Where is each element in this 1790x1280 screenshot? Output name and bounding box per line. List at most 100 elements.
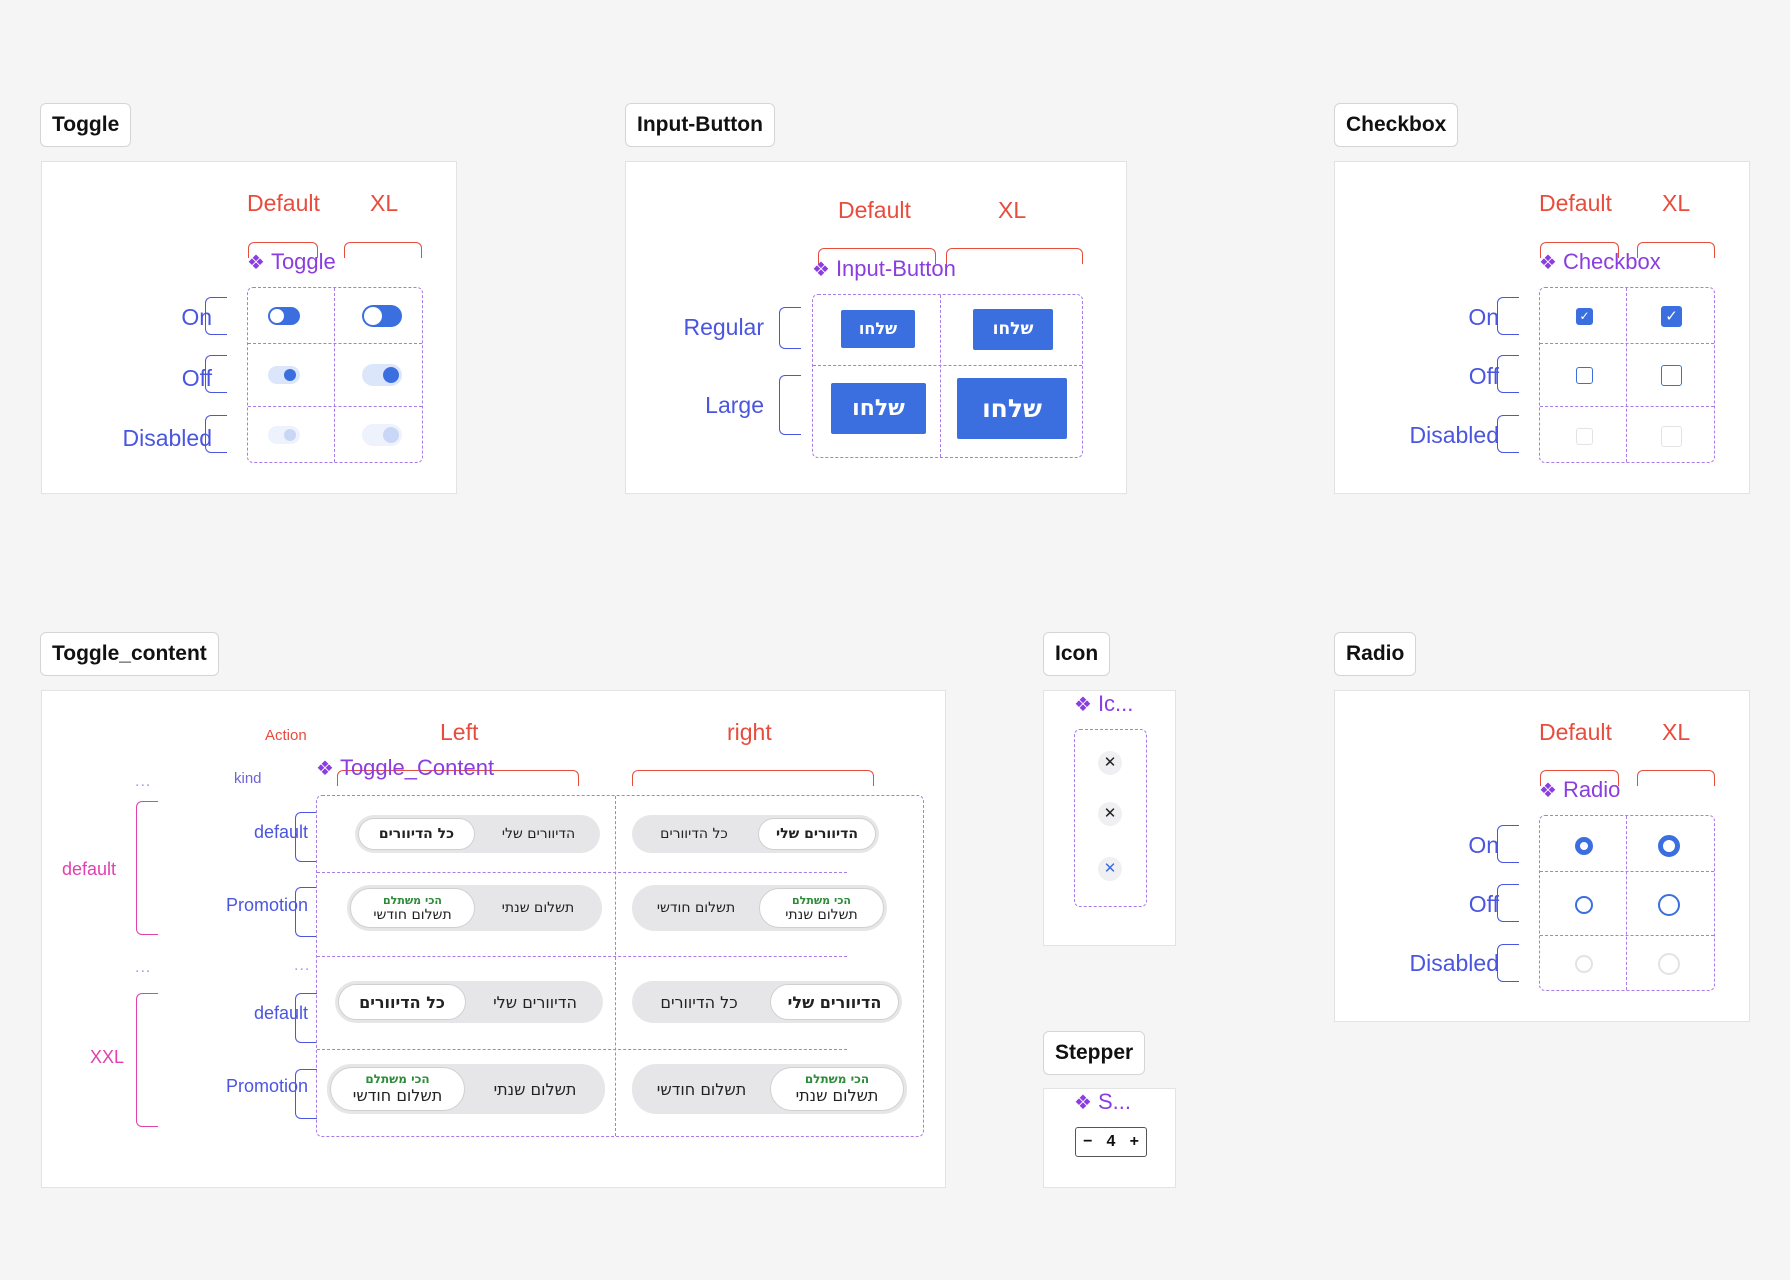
toggle-content-frame-title[interactable]: Toggle_content (40, 632, 219, 676)
checkbox-component-name[interactable]: ❖ Checkbox (1539, 249, 1661, 275)
toggle-component-name[interactable]: ❖ Toggle (247, 249, 336, 275)
radio-frame-title[interactable]: Radio (1334, 632, 1417, 676)
send-button-large-xl[interactable]: שלחו (957, 378, 1067, 439)
close-icon[interactable]: ✕ (1098, 857, 1122, 881)
segmented-toggle-xxl-promotion[interactable]: תשלום חודשי הכי משתלם תשלום שנתי (632, 1064, 907, 1114)
segment-option[interactable]: הכי משתלם תשלום חודשי (350, 888, 475, 928)
segment-option[interactable]: כל הדיוורים (635, 818, 753, 850)
col-header-left: Left (440, 719, 479, 745)
segmented-toggle[interactable]: כל הדיוורים הדיוורים שלי (355, 815, 600, 853)
segment-option[interactable]: כל הדיוורים (338, 984, 466, 1020)
segmented-toggle-promotion[interactable]: תשלום חודשי הכי משתלם תשלום שנתי (632, 885, 887, 931)
checkbox-variants-grid (1539, 287, 1715, 463)
toggle-content-component-name[interactable]: ❖ Toggle_Content (316, 755, 494, 781)
component-icon: ❖ (1539, 252, 1557, 274)
component-icon: ❖ (1074, 694, 1092, 716)
row-label-on: On (1468, 304, 1499, 330)
grid-divider (317, 956, 847, 957)
icon-panel: ❖ Ic... ✕ ✕ ✕ (1043, 690, 1176, 946)
checkbox-frame-title[interactable]: Checkbox (1334, 103, 1459, 147)
segmented-toggle-xxl[interactable]: כל הדיוורים הדיוורים שלי (632, 981, 902, 1023)
radio-off-xl[interactable] (1658, 894, 1680, 916)
increment-button[interactable]: + (1130, 1133, 1139, 1151)
send-button-large-default[interactable]: שלחו (831, 383, 926, 434)
col-bracket-xl (946, 248, 1083, 264)
close-icon[interactable]: ✕ (1098, 802, 1122, 826)
row-bracket-regular (779, 307, 801, 349)
radio-variants-grid (1539, 815, 1715, 991)
radio-disabled-default (1575, 955, 1593, 973)
segment-option[interactable]: כל הדיוורים (358, 818, 475, 850)
send-button-regular-default[interactable]: שלחו (841, 310, 915, 348)
icon-component-name[interactable]: ❖ Ic... (1074, 691, 1133, 717)
stepper-value: 4 (1106, 1133, 1116, 1150)
icon-frame-title[interactable]: Icon (1043, 632, 1111, 676)
toggle-on-default[interactable] (268, 307, 300, 325)
input-button-frame-title[interactable]: Input-Button (625, 103, 775, 147)
segment-option[interactable]: הדיוורים שלי (480, 818, 597, 850)
component-label: Checkbox (1562, 249, 1661, 274)
stepper-component-name[interactable]: ❖ S... (1074, 1089, 1131, 1115)
segment-option[interactable]: תשלום חודשי (635, 888, 757, 928)
segment-option[interactable]: כל הדיוורים (635, 984, 763, 1020)
col-header-right: right (727, 719, 772, 745)
toggle-off-xl[interactable] (362, 364, 402, 386)
component-label: Toggle (270, 249, 336, 274)
grid-divider (317, 872, 847, 873)
quantity-stepper: − 4 + (1075, 1127, 1147, 1157)
segment-option[interactable]: הדיוורים שלי (471, 984, 599, 1020)
checkbox-on-default[interactable]: ✓ (1576, 308, 1593, 325)
radio-disabled-xl (1658, 953, 1680, 975)
col-header-xl: XL (1662, 190, 1691, 216)
input-button-component-name[interactable]: ❖ Input-Button (812, 256, 956, 282)
grid-divider (317, 1049, 847, 1050)
col-bracket-xl (1637, 770, 1715, 786)
radio-on-xl[interactable] (1658, 835, 1680, 857)
promo-tag: הכי משתלם (383, 893, 442, 907)
segmented-toggle[interactable]: כל הדיוורים הדיוורים שלי (632, 815, 879, 853)
send-button-regular-xl[interactable]: שלחו (973, 309, 1053, 350)
component-icon: ❖ (812, 259, 830, 281)
segment-option[interactable]: הכי משתלם תשלום שנתי (770, 1067, 904, 1111)
segmented-toggle-xxl[interactable]: כל הדיוורים הדיוורים שלי (335, 981, 603, 1023)
radio-off-default[interactable] (1575, 896, 1593, 914)
toggle-content-panel: Action Left right ❖ Toggle_Content ... ki… (41, 690, 946, 1188)
segmented-toggle-promotion[interactable]: הכי משתלם תשלום חודשי תשלום שנתי (347, 885, 602, 931)
segmented-toggle-xxl-promotion[interactable]: הכי משתלם תשלום חודשי תשלום שנתי (327, 1064, 605, 1114)
toggle-off-default[interactable] (268, 366, 300, 384)
row-label-default: default (253, 822, 308, 842)
segment-option[interactable]: הכי משתלם תשלום חודשי (330, 1067, 465, 1111)
col-header-xl: XL (998, 197, 1027, 223)
row-bracket-on (1497, 297, 1519, 335)
toggle-disabled-xl (362, 424, 402, 446)
promo-tag: הכי משתלם (804, 1072, 870, 1086)
row-label-off: Off (1468, 891, 1499, 917)
row-label-default-xxl: default (253, 1003, 308, 1023)
segment-option[interactable]: תשלום חודשי (635, 1067, 768, 1111)
toggle-frame-title[interactable]: Toggle (40, 103, 132, 147)
row-label-promotion-xxl: Promotion (225, 1076, 308, 1096)
checkbox-panel: Default XL ❖ Checkbox On Off Disabled ✓ ✓ (1334, 161, 1750, 494)
row-bracket-on (205, 297, 227, 335)
component-label: Toggle_Content (339, 755, 495, 780)
segment-option[interactable]: הדיוורים שלי (770, 984, 899, 1020)
close-icon[interactable]: ✕ (1098, 751, 1122, 775)
checkbox-off-xl[interactable] (1661, 365, 1682, 386)
radio-component-name[interactable]: ❖ Radio (1539, 777, 1620, 803)
segment-option[interactable]: תשלום שנתי (477, 888, 599, 928)
segment-option[interactable]: הכי משתלם תשלום שנתי (759, 888, 884, 928)
stepper-frame-title[interactable]: Stepper (1043, 1031, 1146, 1075)
ellipsis: ... (135, 959, 152, 976)
checkbox-on-xl[interactable]: ✓ (1661, 306, 1682, 327)
segment-option[interactable]: הדיוורים שלי (758, 818, 876, 850)
grid-divider (1540, 871, 1714, 872)
toggle-on-xl[interactable] (362, 305, 402, 327)
group-bracket-default (136, 801, 158, 935)
radio-on-default[interactable] (1575, 837, 1593, 855)
action-label: Action (265, 727, 307, 744)
component-icon: ❖ (316, 758, 334, 780)
decrement-button[interactable]: − (1083, 1133, 1092, 1151)
row-bracket-disabled (1497, 415, 1519, 453)
segment-option[interactable]: תשלום שנתי (468, 1067, 602, 1111)
checkbox-off-default[interactable] (1576, 367, 1593, 384)
